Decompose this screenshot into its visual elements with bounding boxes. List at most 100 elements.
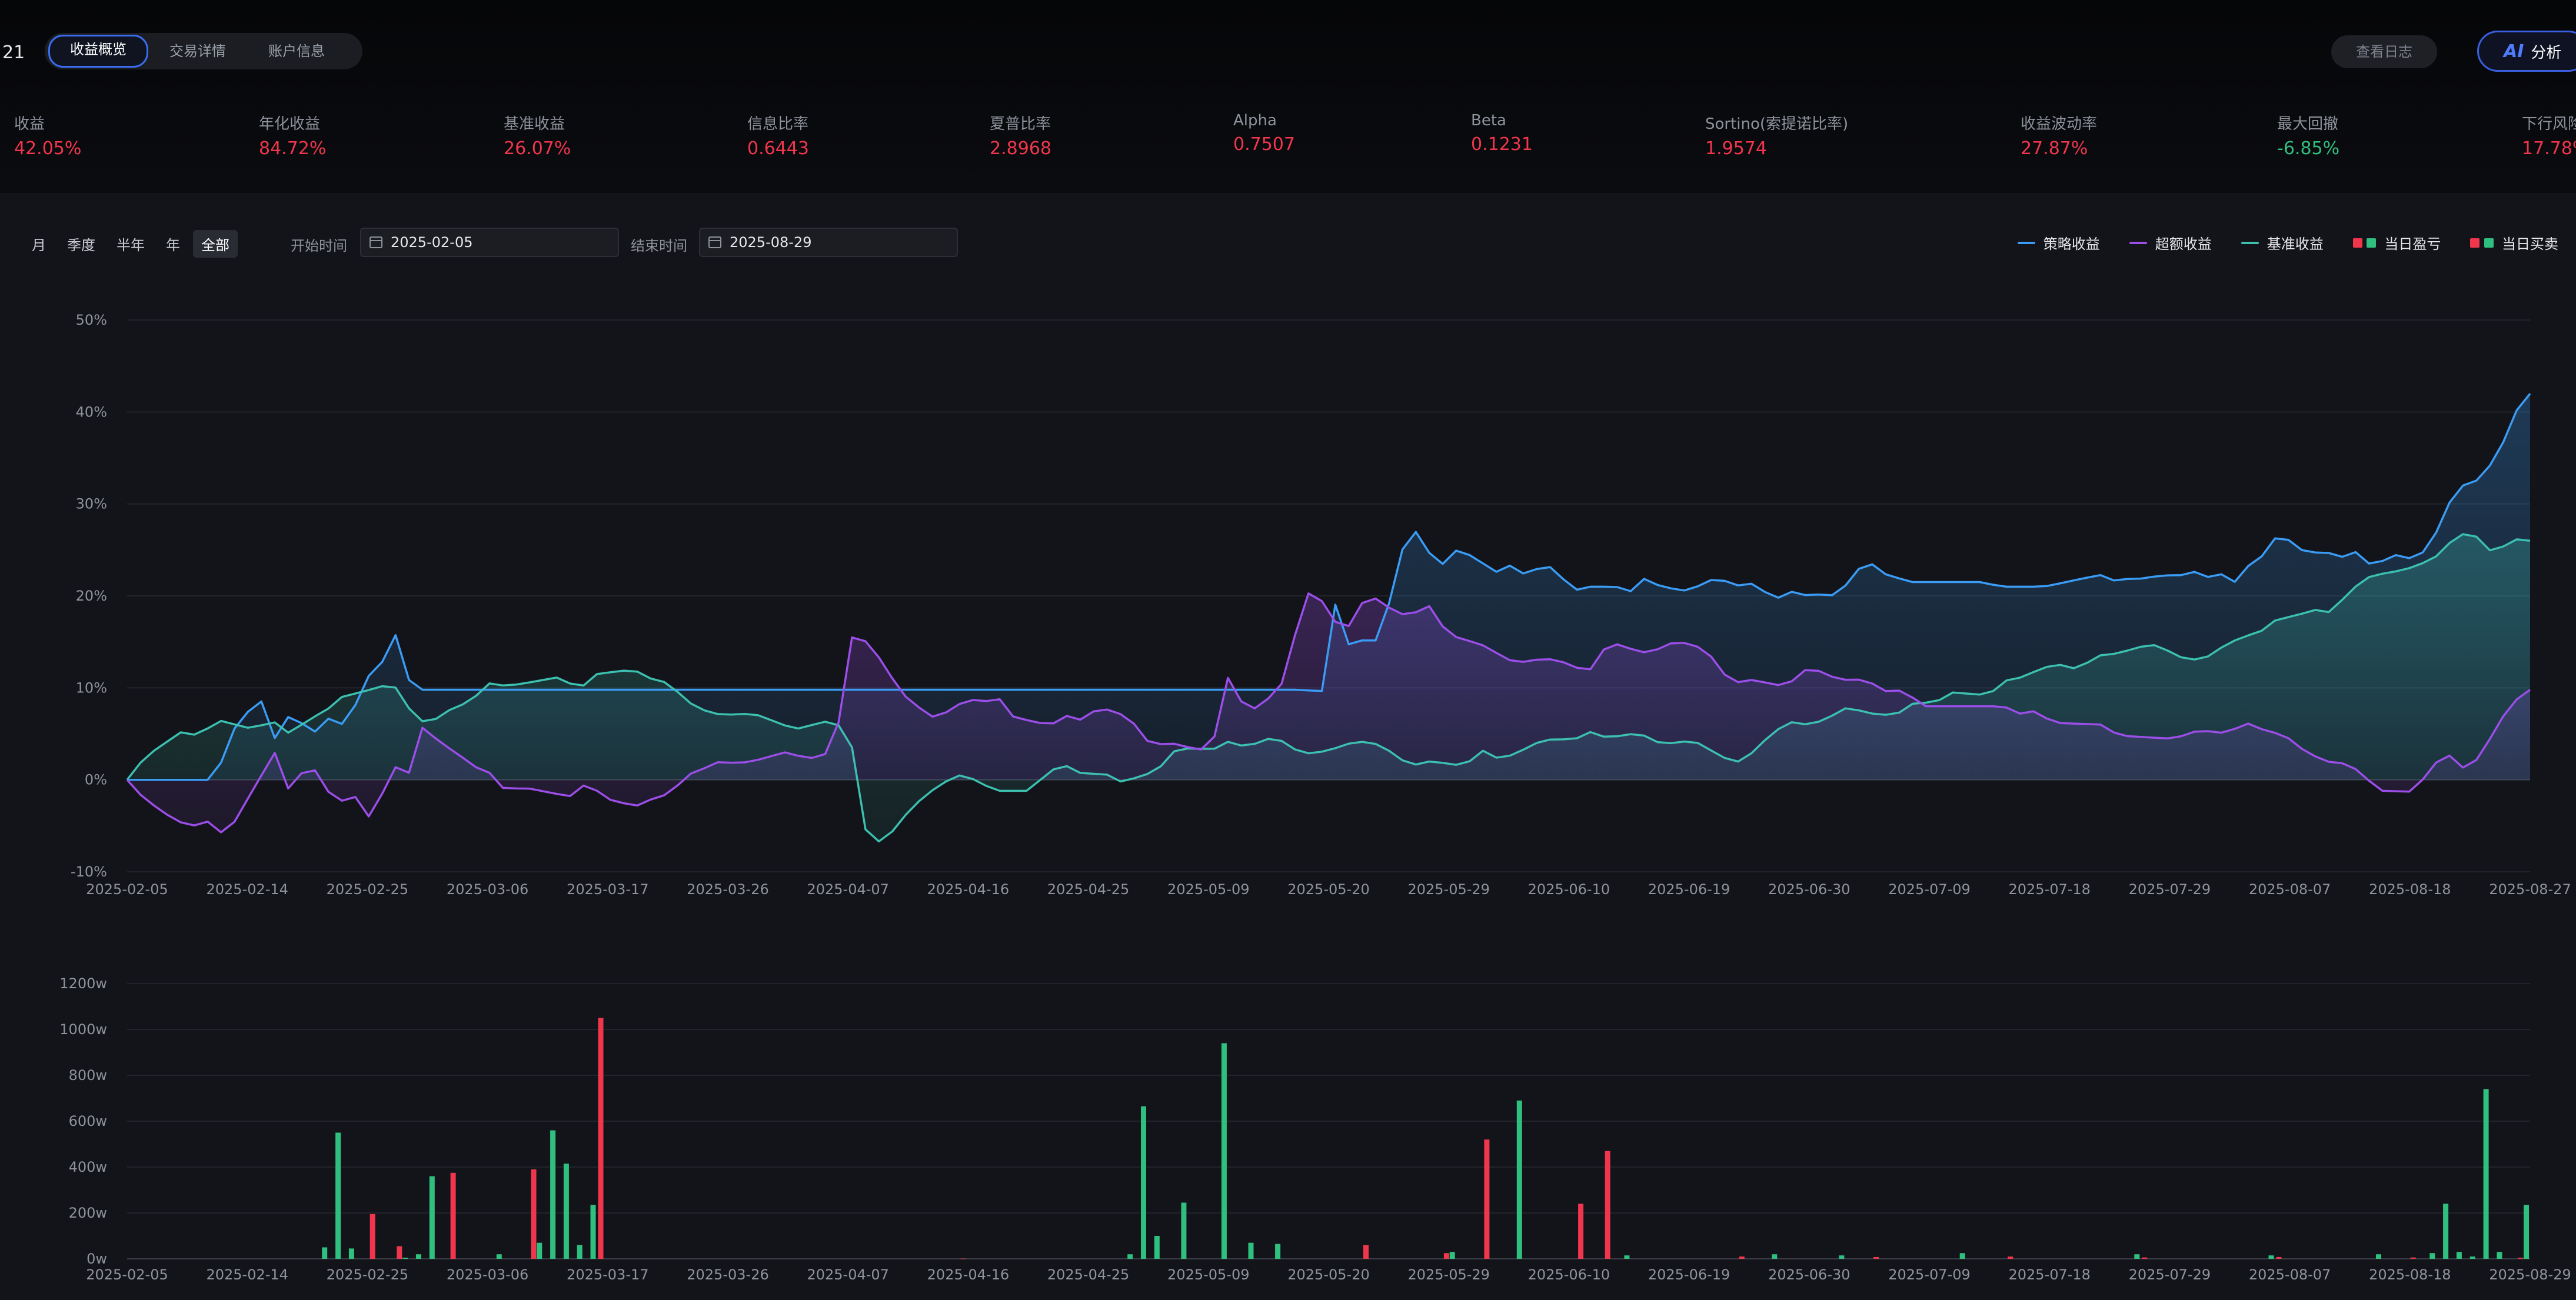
pnl-bar — [2518, 1258, 2524, 1259]
x-tick-label: 2025-05-09 — [1167, 1266, 1249, 1283]
x-tick-label: 2025-05-20 — [1287, 881, 1369, 898]
x-tick-label: 2025-04-16 — [927, 1266, 1009, 1283]
x-tick-label: 2025-05-20 — [1287, 1266, 1369, 1283]
trade-bar — [1624, 1255, 1630, 1259]
pnl-bar — [1739, 1256, 1745, 1259]
x-tick-label: 2025-08-18 — [2369, 1266, 2451, 1283]
pnl-bar — [1363, 1245, 1369, 1259]
x-tick-label: 2025-07-29 — [2129, 881, 2211, 898]
trade-bar — [2134, 1254, 2140, 1259]
trade-bar — [429, 1176, 435, 1259]
trade-bar — [2376, 1254, 2381, 1259]
x-tick-label: 2025-06-10 — [1528, 1266, 1610, 1283]
y-tick-label: 1000w — [59, 1021, 107, 1038]
trade-bar — [2524, 1205, 2529, 1259]
pnl-bar — [2142, 1257, 2148, 1259]
x-tick-label: 2025-04-25 — [1047, 1266, 1129, 1283]
trade-bar — [496, 1254, 502, 1259]
charts-canvas: -10% 0% 10% 20% 30% 40% 50% 2025-02-05 2025-02-1… — [59, 312, 2571, 1283]
y-tick-label: 30% — [76, 496, 107, 512]
y-tick-label: 800w — [69, 1067, 107, 1084]
trade-bar — [2470, 1256, 2475, 1259]
x-tick-label: 2025-03-26 — [687, 881, 768, 898]
x-tick-label: 2025-04-16 — [927, 881, 1009, 898]
pnl-bar — [397, 1246, 402, 1259]
y-tick-label: 0w — [86, 1251, 107, 1267]
trade-bar — [1221, 1043, 1227, 1259]
x-tick-label: 2025-06-19 — [1648, 1266, 1730, 1283]
y-tick-label: 50% — [76, 312, 107, 328]
y-tick-label: 40% — [76, 404, 107, 420]
trade-bar — [2443, 1204, 2449, 1259]
x-tick-label: 2025-05-29 — [1407, 1266, 1489, 1283]
x-tick-label: 2025-07-09 — [1888, 881, 1970, 898]
x-tick-label: 2025-05-29 — [1407, 881, 1489, 898]
trade-bar — [1248, 1242, 1254, 1259]
pnl-bar — [531, 1169, 537, 1259]
x-tick-label: 2025-07-18 — [2008, 881, 2090, 898]
trade-bar — [1959, 1253, 1965, 1259]
pnl-bar — [1443, 1253, 1449, 1259]
x-tick-label: 2025-03-26 — [687, 1266, 768, 1283]
pnl-bar — [598, 1018, 604, 1259]
trade-bar — [1181, 1202, 1187, 1259]
x-tick-label: 2025-06-19 — [1648, 881, 1730, 898]
x-tick-label: 2025-06-10 — [1528, 881, 1610, 898]
x-tick-label: 2025-04-25 — [1047, 881, 1129, 898]
trade-bar — [550, 1130, 556, 1259]
x-tick-label: 2025-07-29 — [2129, 1266, 2211, 1283]
x-tick-label: 2025-08-07 — [2249, 881, 2331, 898]
x-tick-label: 2025-03-17 — [567, 1266, 648, 1283]
x-tick-label: 2025-05-09 — [1167, 881, 1249, 898]
x-tick-label: 2025-03-06 — [447, 1266, 528, 1283]
trade-bar — [2429, 1253, 2435, 1259]
x-tick-label: 2025-02-14 — [206, 1266, 288, 1283]
trade-bar — [1449, 1252, 1455, 1259]
trade-bar — [2456, 1252, 2462, 1259]
y-tick-label: 0% — [85, 772, 107, 788]
x-tick-label: 2025-06-30 — [1768, 881, 1850, 898]
trade-bar — [322, 1247, 328, 1259]
x-tick-label: 2025-08-27 — [2489, 881, 2571, 898]
x-tick-label: 2025-02-25 — [327, 1266, 408, 1283]
trade-bar — [335, 1132, 341, 1259]
trade-bar — [563, 1164, 569, 1259]
x-tick-label: 2025-02-25 — [327, 881, 408, 898]
x-tick-label: 2025-04-07 — [807, 881, 888, 898]
y-tick-label: 20% — [76, 588, 107, 604]
x-tick-label: 2025-08-07 — [2249, 1266, 2331, 1283]
trade-bar — [1839, 1255, 1845, 1259]
trade-bar — [1275, 1244, 1281, 1259]
pnl-bar — [2008, 1256, 2013, 1259]
x-tick-label: 2025-07-18 — [2008, 1266, 2090, 1283]
trade-bar — [1516, 1100, 1522, 1259]
x-tick-label: 2025-04-07 — [807, 1266, 888, 1283]
x-tick-label: 2025-08-18 — [2369, 881, 2451, 898]
trade-bar — [2483, 1089, 2489, 1259]
pnl-bar — [2276, 1256, 2282, 1259]
trade-bar — [577, 1245, 583, 1259]
trade-bar — [1127, 1254, 1133, 1259]
y-tick-label: 10% — [76, 679, 107, 696]
trade-bar — [2268, 1255, 2274, 1259]
pnl-bar — [2410, 1257, 2416, 1259]
trade-bar — [537, 1242, 543, 1259]
y-tick-label: 1200w — [59, 975, 107, 992]
trade-bar — [590, 1205, 596, 1259]
pnl-bar — [1605, 1151, 1610, 1259]
x-tick-label: 2025-08-29 — [2489, 1266, 2571, 1283]
pnl-bar — [1484, 1139, 1490, 1259]
x-tick-label: 2025-06-30 — [1768, 1266, 1850, 1283]
pnl-bar — [370, 1214, 375, 1259]
x-tick-label: 2025-02-14 — [206, 881, 288, 898]
trade-bar — [1141, 1106, 1146, 1259]
y-tick-label: 600w — [69, 1113, 107, 1129]
pnl-bar — [450, 1172, 456, 1259]
pnl-bar — [1578, 1204, 1584, 1259]
y-tick-label: 400w — [69, 1159, 107, 1175]
x-tick-label: 2025-03-06 — [447, 881, 528, 898]
pnl-bar — [1873, 1256, 1879, 1259]
trade-bar — [415, 1254, 421, 1259]
x-tick-label: 2025-07-09 — [1888, 1266, 1970, 1283]
x-tick-label: 2025-03-17 — [567, 881, 648, 898]
